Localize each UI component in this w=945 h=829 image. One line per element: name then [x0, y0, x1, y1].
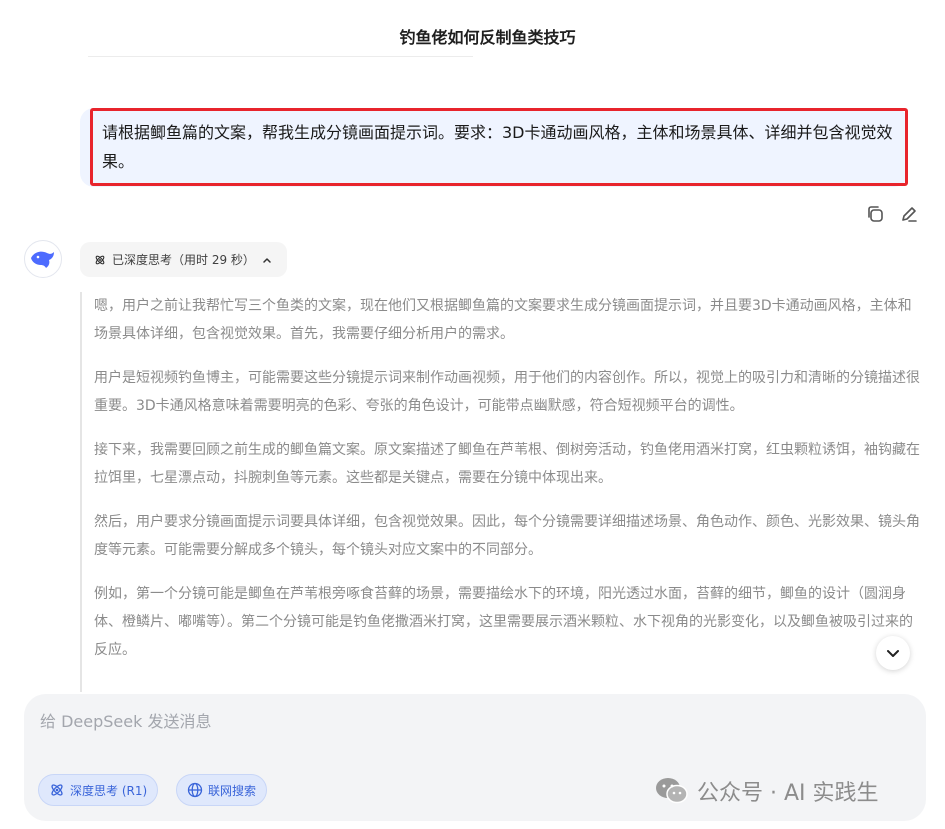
scroll-to-bottom-button[interactable]: [876, 636, 910, 670]
deep-think-r1-label: 深度思考 (R1): [70, 783, 148, 798]
page-title: 钓鱼佬如何反制鱼类技巧: [399, 28, 576, 47]
think-paragraph: 用户是短视频钓鱼博主，可能需要这些分镜提示词来制作动画视频，用于他们的内容创作。…: [94, 370, 920, 414]
atom-icon: [51, 784, 63, 796]
watermark-text: 公众号 · AI 实践生: [697, 781, 879, 806]
think-label: 已深度思考（用时 29 秒）: [112, 253, 255, 267]
wechat-icon: [656, 778, 688, 804]
title-divider: [88, 56, 473, 57]
atom-icon: [95, 255, 105, 264]
deep-think-toggle[interactable]: 已深度思考（用时 29 秒）: [80, 242, 287, 277]
web-search-button[interactable]: 联网搜索: [176, 774, 268, 806]
deep-think-r1-button[interactable]: 深度思考 (R1): [38, 774, 159, 806]
globe-icon: [187, 782, 203, 798]
message-actions: [864, 203, 920, 225]
deepseek-whale-icon: [24, 240, 62, 278]
user-message-text: 请根据鲫鱼篇的文案，帮我生成分镜画面提示词。要求：3D卡通动画风格，主体和场景具…: [102, 123, 893, 171]
chevron-up-icon: [263, 257, 271, 263]
think-paragraph: 例如，第一个分镜可能是鲫鱼在芦苇根旁啄食苔藓的场景，需要描绘水下的环境，阳光透过…: [94, 586, 913, 658]
edit-icon[interactable]: [898, 203, 920, 225]
thinking-content: 嗯，用户之前让我帮忙写三个鱼类的文案，现在他们又根据鲫鱼篇的文案要求生成分镜画面…: [80, 292, 922, 692]
watermark: 公众号 · AI 实践生: [655, 774, 879, 808]
chevron-down-icon: [887, 650, 899, 657]
copy-icon[interactable]: [864, 203, 886, 225]
think-paragraph: 嗯，用户之前让我帮忙写三个鱼类的文案，现在他们又根据鲫鱼篇的文案要求生成分镜画面…: [94, 298, 912, 342]
think-paragraph: 接下来，我需要回顾之前生成的鲫鱼篇文案。原文案描述了鲫鱼在芦苇根、倒树旁活动，钓…: [94, 442, 920, 486]
message-input[interactable]: 给 DeepSeek 发送消息: [40, 708, 840, 732]
web-search-label: 联网搜索: [208, 783, 257, 798]
think-paragraph: 然后，用户要求分镜画面提示词要具体详细，包含视觉效果。因此，每个分镜需要详细描述…: [94, 514, 920, 558]
